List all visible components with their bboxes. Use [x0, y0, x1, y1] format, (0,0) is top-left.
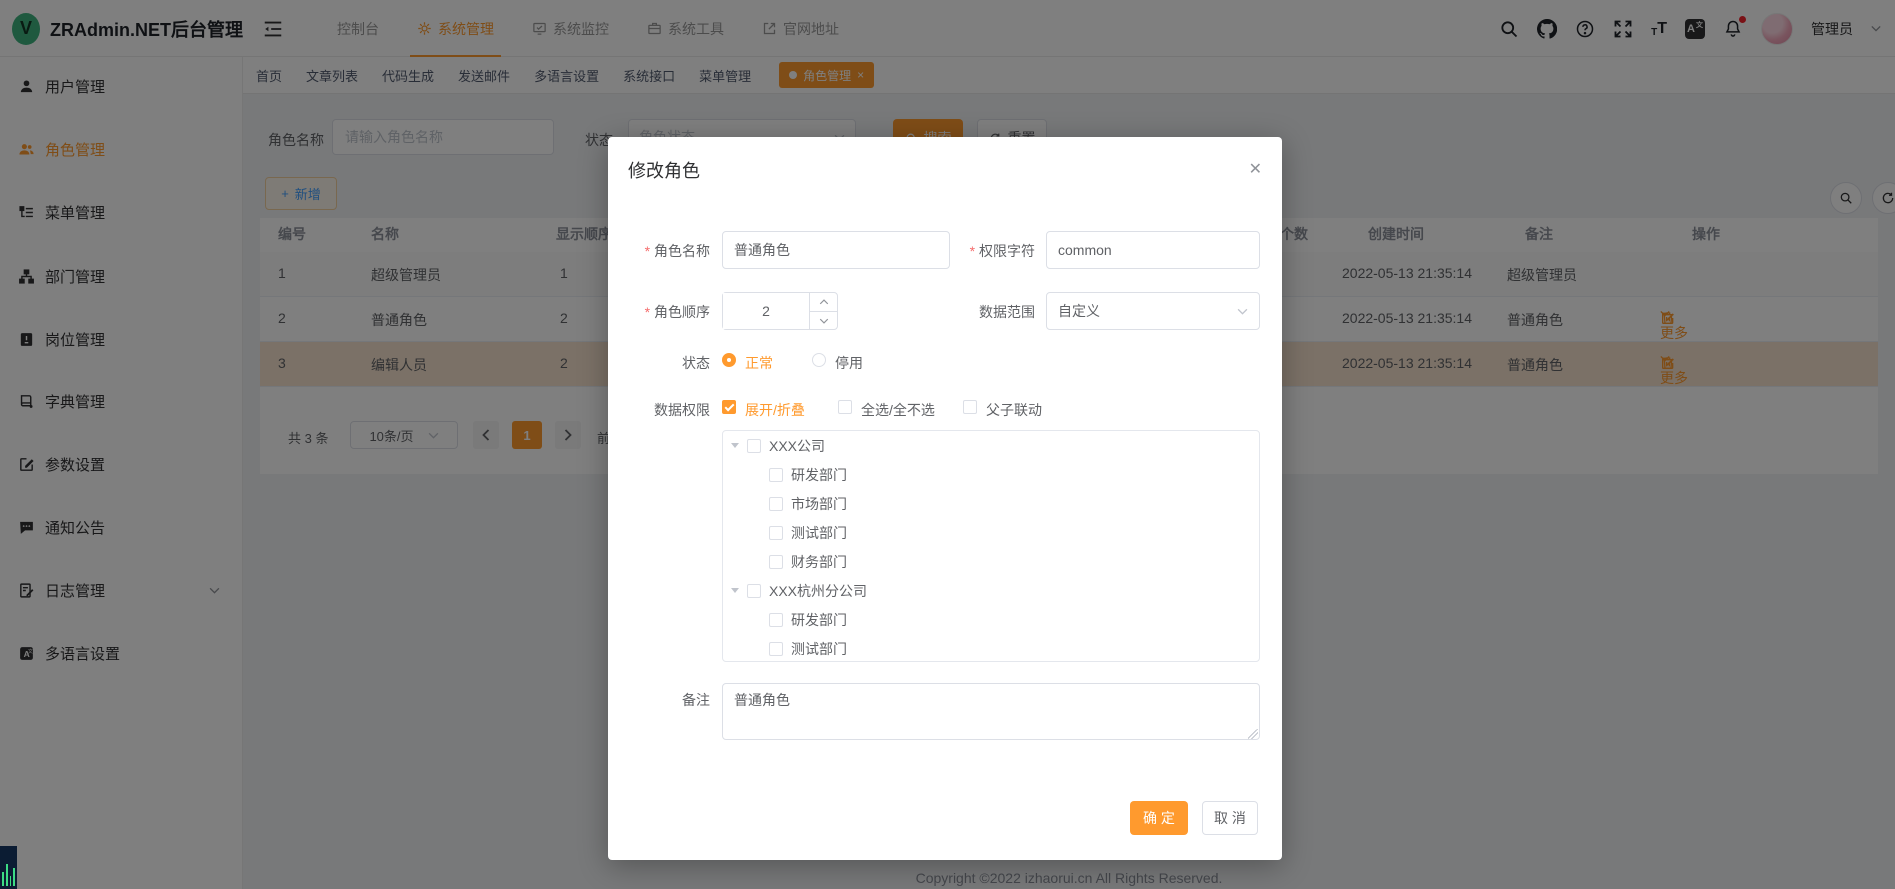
tree-node[interactable]: 研发部门: [723, 460, 1259, 489]
performance-monitor-widget[interactable]: [0, 846, 17, 889]
tree-node-label: 测试部门: [791, 639, 847, 659]
tree-node-label: 测试部门: [791, 523, 847, 543]
expand-collapse-checkbox[interactable]: [722, 400, 736, 414]
data-scope-select[interactable]: 自定义: [1046, 292, 1260, 330]
tree-expand-icon[interactable]: [731, 588, 739, 593]
tree-checkbox[interactable]: [769, 497, 783, 511]
role-name-label: 角色名称: [608, 241, 710, 261]
tree-node-label: 市场部门: [791, 494, 847, 514]
tree-node[interactable]: 财务部门: [723, 547, 1259, 576]
expand-collapse-label[interactable]: 展开/折叠: [745, 400, 805, 420]
chevron-down-icon: [1237, 308, 1248, 315]
remark-label: 备注: [608, 690, 710, 710]
tree-node[interactable]: XXX公司: [723, 431, 1259, 460]
confirm-button[interactable]: 确 定: [1130, 801, 1188, 835]
tree-expand-icon[interactable]: [731, 443, 739, 448]
tree-node-label: 财务部门: [791, 552, 847, 572]
cancel-button[interactable]: 取 消: [1202, 801, 1258, 835]
role-name-input[interactable]: [722, 231, 950, 269]
tree-node[interactable]: 测试部门: [723, 634, 1259, 662]
tree-node-label: XXX公司: [769, 436, 825, 456]
tree-node[interactable]: 测试部门: [723, 518, 1259, 547]
data-scope-label: 数据范围: [935, 302, 1035, 322]
data-scope-value: 自定义: [1058, 301, 1100, 321]
increment-button[interactable]: [810, 293, 837, 311]
decrement-button[interactable]: [810, 311, 837, 329]
tree-node-label: 研发部门: [791, 610, 847, 630]
role-sort-input[interactable]: [723, 293, 809, 329]
edit-role-dialog: 修改角色 ✕ 角色名称 权限字符 角色顺序 数据范围 自定义 状态 正常 停用 …: [608, 137, 1282, 860]
status-label: 状态: [608, 353, 710, 373]
tree-node[interactable]: XXX杭州分公司: [723, 576, 1259, 605]
textarea-resize-handle[interactable]: [1248, 729, 1258, 739]
tree-checkbox[interactable]: [769, 613, 783, 627]
tree-checkbox[interactable]: [747, 584, 761, 598]
tree-checkbox[interactable]: [769, 555, 783, 569]
tree-checkbox[interactable]: [769, 642, 783, 656]
data-permission-label: 数据权限: [608, 400, 710, 420]
status-disabled-radio[interactable]: [812, 353, 826, 367]
dialog-title: 修改角色: [628, 157, 700, 183]
role-sort-label: 角色顺序: [608, 302, 710, 322]
role-key-input[interactable]: [1046, 231, 1260, 269]
role-key-label: 权限字符: [935, 241, 1035, 261]
status-normal-radio[interactable]: [722, 353, 736, 367]
tree-checkbox[interactable]: [769, 468, 783, 482]
parent-child-link-checkbox[interactable]: [963, 400, 977, 414]
tree-checkbox[interactable]: [747, 439, 761, 453]
tree-node[interactable]: 研发部门: [723, 605, 1259, 634]
tree-node[interactable]: 市场部门: [723, 489, 1259, 518]
parent-child-link-label[interactable]: 父子联动: [986, 400, 1042, 420]
department-tree: XXX公司 研发部门 市场部门 测试部门 财务部门 XXX杭州分公司 研发部门 …: [722, 430, 1260, 662]
status-disabled-label[interactable]: 停用: [835, 353, 863, 373]
select-all-label[interactable]: 全选/全不选: [861, 400, 935, 420]
select-all-checkbox[interactable]: [838, 400, 852, 414]
role-sort-stepper: [722, 292, 838, 330]
close-icon[interactable]: ✕: [1249, 159, 1262, 179]
tree-node-label: XXX杭州分公司: [769, 581, 867, 601]
remark-textarea[interactable]: 普通角色: [722, 683, 1260, 740]
status-normal-label[interactable]: 正常: [745, 353, 773, 373]
tree-node-label: 研发部门: [791, 465, 847, 485]
tree-checkbox[interactable]: [769, 526, 783, 540]
stepper-controls: [809, 293, 837, 329]
